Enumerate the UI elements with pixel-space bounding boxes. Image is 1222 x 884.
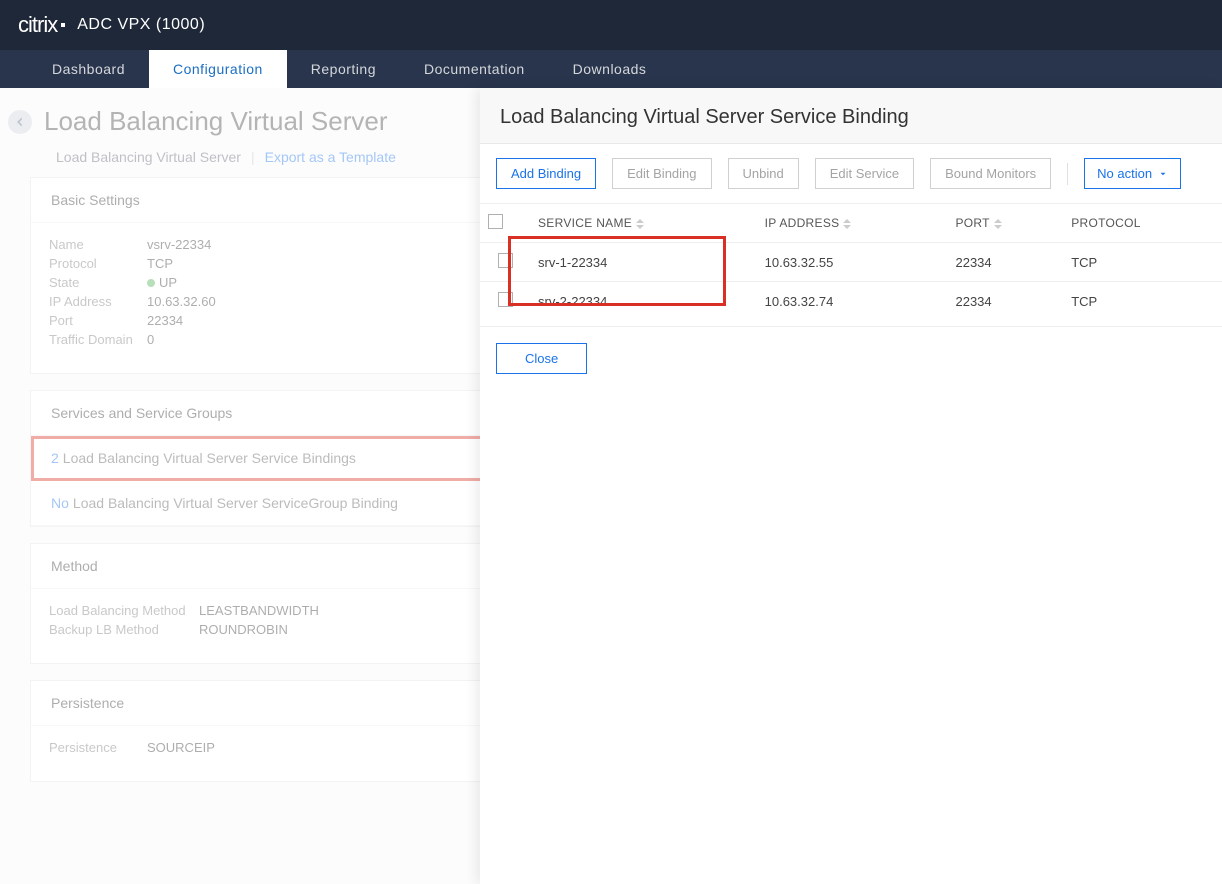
product-name: ADC VPX (1000) [77, 16, 205, 34]
no-action-label: No action [1097, 166, 1152, 181]
sort-icon [843, 219, 851, 229]
cell-ip: 10.63.32.55 [757, 243, 948, 282]
col-ip-address[interactable]: IP ADDRESS [757, 204, 948, 243]
col-port[interactable]: PORT [947, 204, 1063, 243]
col-service-name[interactable]: SERVICE NAME [530, 204, 757, 243]
tab-dashboard[interactable]: Dashboard [28, 50, 149, 88]
sort-icon [636, 219, 644, 229]
no-action-dropdown[interactable]: No action [1084, 158, 1181, 189]
cell-service-name: srv-2-22334 [530, 282, 757, 321]
chevron-down-icon [1158, 169, 1168, 179]
tab-downloads[interactable]: Downloads [549, 50, 671, 88]
table-row[interactable]: srv-1-22334 10.63.32.55 22334 TCP [480, 243, 1222, 282]
cell-port: 22334 [947, 243, 1063, 282]
service-binding-panel: Load Balancing Virtual Server Service Bi… [480, 88, 1222, 884]
unbind-button[interactable]: Unbind [728, 158, 799, 189]
edit-binding-button[interactable]: Edit Binding [612, 158, 711, 189]
tab-documentation[interactable]: Documentation [400, 50, 549, 88]
row-checkbox[interactable] [498, 253, 513, 268]
row-checkbox[interactable] [498, 292, 513, 307]
close-button[interactable]: Close [496, 343, 587, 374]
add-binding-button[interactable]: Add Binding [496, 158, 596, 189]
table-row[interactable]: srv-2-22334 10.63.32.74 22334 TCP [480, 282, 1222, 321]
cell-protocol: TCP [1063, 243, 1222, 282]
brand-text: citrix [18, 12, 57, 38]
nav-bar: Dashboard Configuration Reporting Docume… [0, 50, 1222, 88]
toolbar-divider [1067, 163, 1068, 185]
sort-icon [994, 219, 1002, 229]
cell-port: 22334 [947, 282, 1063, 321]
brand-logo: citrix [18, 12, 65, 38]
panel-toolbar: Add Binding Edit Binding Unbind Edit Ser… [480, 144, 1222, 204]
bound-monitors-button[interactable]: Bound Monitors [930, 158, 1051, 189]
panel-title: Load Balancing Virtual Server Service Bi… [480, 88, 1222, 144]
top-bar: citrix ADC VPX (1000) [0, 0, 1222, 50]
bindings-table-wrapper: SERVICE NAME IP ADDRESS PORT PROTOCOL sr… [480, 204, 1222, 320]
bindings-table: SERVICE NAME IP ADDRESS PORT PROTOCOL sr… [480, 204, 1222, 320]
col-protocol[interactable]: PROTOCOL [1063, 204, 1222, 243]
tab-configuration[interactable]: Configuration [149, 50, 287, 88]
select-all-checkbox[interactable] [488, 214, 503, 229]
cell-protocol: TCP [1063, 282, 1222, 321]
brand-dot-icon [61, 23, 65, 27]
cell-ip: 10.63.32.74 [757, 282, 948, 321]
panel-footer: Close [480, 326, 1222, 390]
cell-service-name: srv-1-22334 [530, 243, 757, 282]
edit-service-button[interactable]: Edit Service [815, 158, 914, 189]
tab-reporting[interactable]: Reporting [287, 50, 400, 88]
